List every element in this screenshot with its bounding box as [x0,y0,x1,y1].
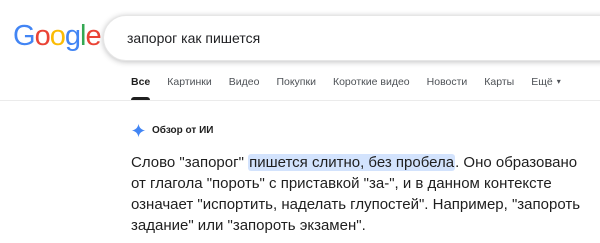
search-tabs: Все Картинки Видео Покупки Короткие виде… [131,76,578,100]
search-input[interactable] [127,28,577,48]
logo-letter: G [13,20,36,52]
search-box[interactable] [103,15,600,61]
ai-text-highlight: пишется слитно, без пробела [248,154,456,171]
sparkle-icon [131,123,146,138]
chevron-down-icon: ▾ [556,77,561,86]
tab-videos[interactable]: Видео [229,76,260,95]
tab-news[interactable]: Новости [427,76,468,95]
ai-overview-header: Обзор от ИИ [131,123,213,138]
google-logo[interactable]: Google [13,20,102,52]
logo-letter: g [64,20,81,52]
ai-overview-title: Обзор от ИИ [152,125,214,136]
tab-maps[interactable]: Карты [484,76,514,95]
ai-text-before: Слово "запорог" [131,154,249,171]
tab-all[interactable]: Все [131,76,151,100]
tab-shopping[interactable]: Покупки [276,76,316,95]
ai-overview-text: Слово "запорог" пишется слитно, без проб… [131,152,591,236]
tab-more-label: Ещё [531,76,553,88]
tab-images[interactable]: Картинки [167,76,212,95]
logo-letter: o [34,20,51,52]
tab-short-videos[interactable]: Короткие видео [333,76,410,95]
logo-letter: o [49,20,66,52]
header-divider [0,100,600,101]
tab-more[interactable]: Ещё ▾ [531,76,561,95]
logo-letter: e [85,20,101,52]
search-results-page: Google Все Картинки Видео Покупки Коротк… [0,0,600,243]
